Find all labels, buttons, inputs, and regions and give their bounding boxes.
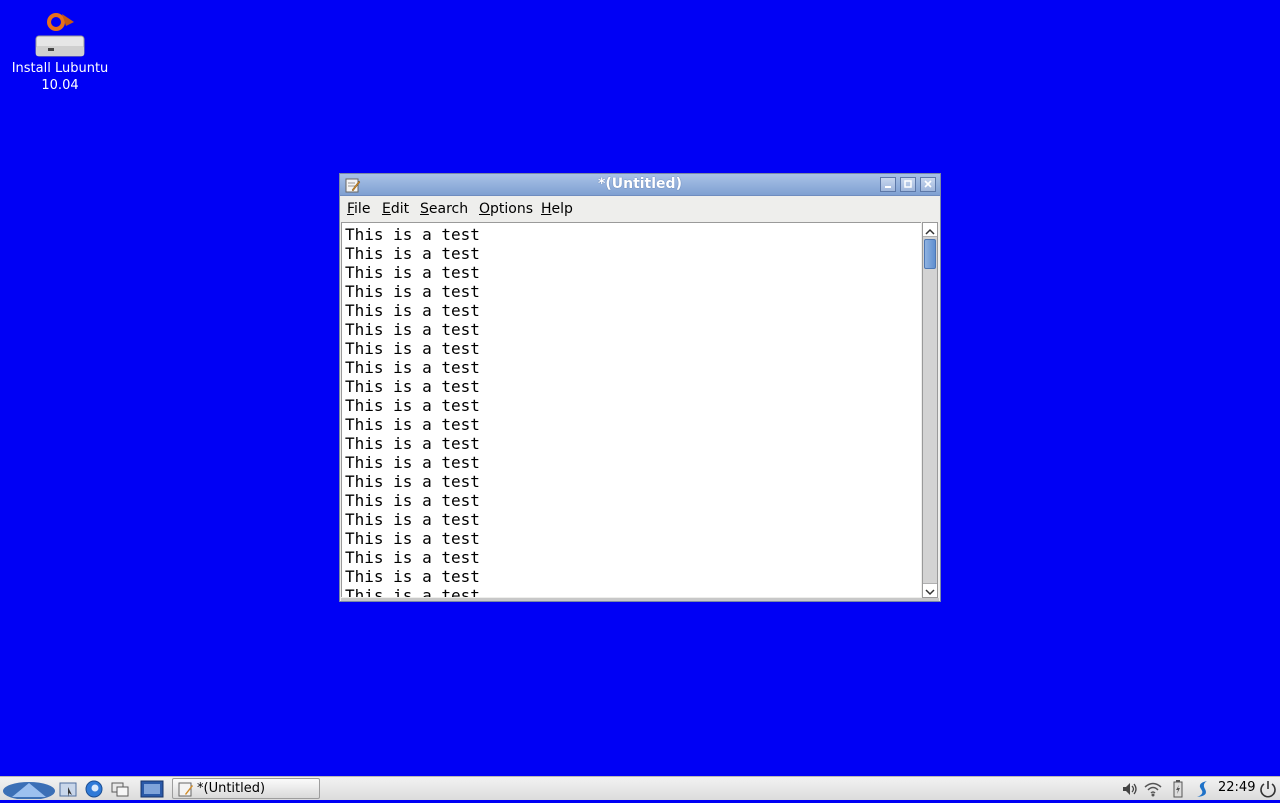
- vertical-scrollbar[interactable]: [922, 222, 938, 598]
- window-title: *(Untitled): [598, 176, 682, 192]
- desktop-icon-label: Install Lubuntu 10.04: [11, 61, 109, 93]
- file-manager-icon: [59, 782, 77, 797]
- web-browser-launcher[interactable]: [84, 779, 104, 799]
- maximize-icon: [904, 180, 912, 188]
- text-line: This is a test: [345, 548, 480, 567]
- menu-help[interactable]: Help: [541, 201, 573, 217]
- text-editor-icon: [178, 782, 193, 797]
- text-line: This is a test: [345, 301, 480, 320]
- text-line: This is a test: [345, 263, 480, 282]
- power-icon: [1260, 781, 1276, 798]
- update-notifier[interactable]: [1193, 779, 1213, 799]
- switch-desktops-icon: [111, 782, 129, 797]
- switch-desktops-launcher[interactable]: [110, 779, 130, 799]
- taskbar: *(Untitled) 22:49: [0, 776, 1280, 800]
- wifi-icon: [1144, 782, 1162, 797]
- power-button[interactable]: [1258, 779, 1278, 799]
- text-line: This is a test: [345, 244, 480, 263]
- text-line: This is a test: [345, 434, 480, 453]
- menu-search[interactable]: Search: [420, 201, 468, 217]
- window-titlebar[interactable]: *(Untitled): [340, 174, 940, 196]
- menu-edit[interactable]: Edit: [382, 201, 409, 217]
- text-line: This is a test: [345, 339, 480, 358]
- text-line: This is a test: [345, 567, 480, 586]
- text-editor-window[interactable]: *(Untitled) File Edit Search Options Hel…: [339, 173, 941, 602]
- file-manager-launcher[interactable]: [58, 779, 78, 799]
- close-icon: [924, 180, 932, 188]
- text-line: This is a test: [345, 282, 480, 301]
- desktop-icon-install-lubuntu[interactable]: Install Lubuntu 10.04: [8, 8, 112, 94]
- battery-status[interactable]: [1168, 779, 1188, 799]
- menu-file[interactable]: File: [347, 201, 370, 217]
- text-line: This is a test: [345, 472, 480, 491]
- minimize-icon: [885, 186, 891, 188]
- chevron-up-icon: [925, 228, 935, 235]
- text-line: This is a test: [345, 396, 480, 415]
- text-line: This is a test: [345, 510, 480, 529]
- scrollbar-thumb[interactable]: [924, 239, 936, 269]
- start-menu-button[interactable]: [2, 779, 56, 800]
- text-line: This is a test: [345, 491, 480, 510]
- text-area[interactable]: This is a test This is a test This is a te…: [341, 222, 921, 597]
- maximize-button[interactable]: [900, 177, 916, 192]
- close-button[interactable]: [920, 177, 936, 192]
- web-browser-icon: [85, 780, 103, 798]
- text-line: This is a test: [345, 529, 480, 548]
- show-desktop-icon: [140, 780, 164, 798]
- volume-icon: [1123, 783, 1137, 795]
- show-desktop-button[interactable]: [140, 779, 164, 799]
- text-line: This is a test: [345, 377, 480, 396]
- scroll-down-button[interactable]: [923, 583, 937, 597]
- text-line: This is a test: [345, 586, 480, 597]
- scroll-up-button[interactable]: [923, 223, 937, 237]
- installer-drive-icon: [32, 8, 88, 60]
- text-line: This is a test: [345, 415, 480, 434]
- menu-bar: File Edit Search Options Help: [340, 196, 940, 221]
- text-content: This is a test This is a test This is a te…: [342, 223, 921, 597]
- clock[interactable]: 22:49: [1218, 780, 1255, 795]
- text-line: This is a test: [345, 225, 480, 244]
- text-line: This is a test: [345, 453, 480, 472]
- network-status[interactable]: [1143, 779, 1163, 799]
- taskbar-task-untitled[interactable]: *(Untitled): [172, 778, 320, 799]
- update-notifier-icon: [1197, 781, 1207, 797]
- status-strip: [341, 598, 939, 601]
- text-line: This is a test: [345, 320, 480, 339]
- task-title: *(Untitled): [197, 781, 266, 796]
- text-line: This is a test: [345, 358, 480, 377]
- desktop: Install Lubuntu 10.04 *(Untitled) File E…: [0, 0, 1280, 776]
- battery-icon: [1173, 780, 1183, 798]
- volume-control[interactable]: [1120, 779, 1140, 799]
- minimize-button[interactable]: [880, 177, 896, 192]
- start-menu-icon: [3, 782, 55, 800]
- menu-options[interactable]: Options: [479, 201, 533, 217]
